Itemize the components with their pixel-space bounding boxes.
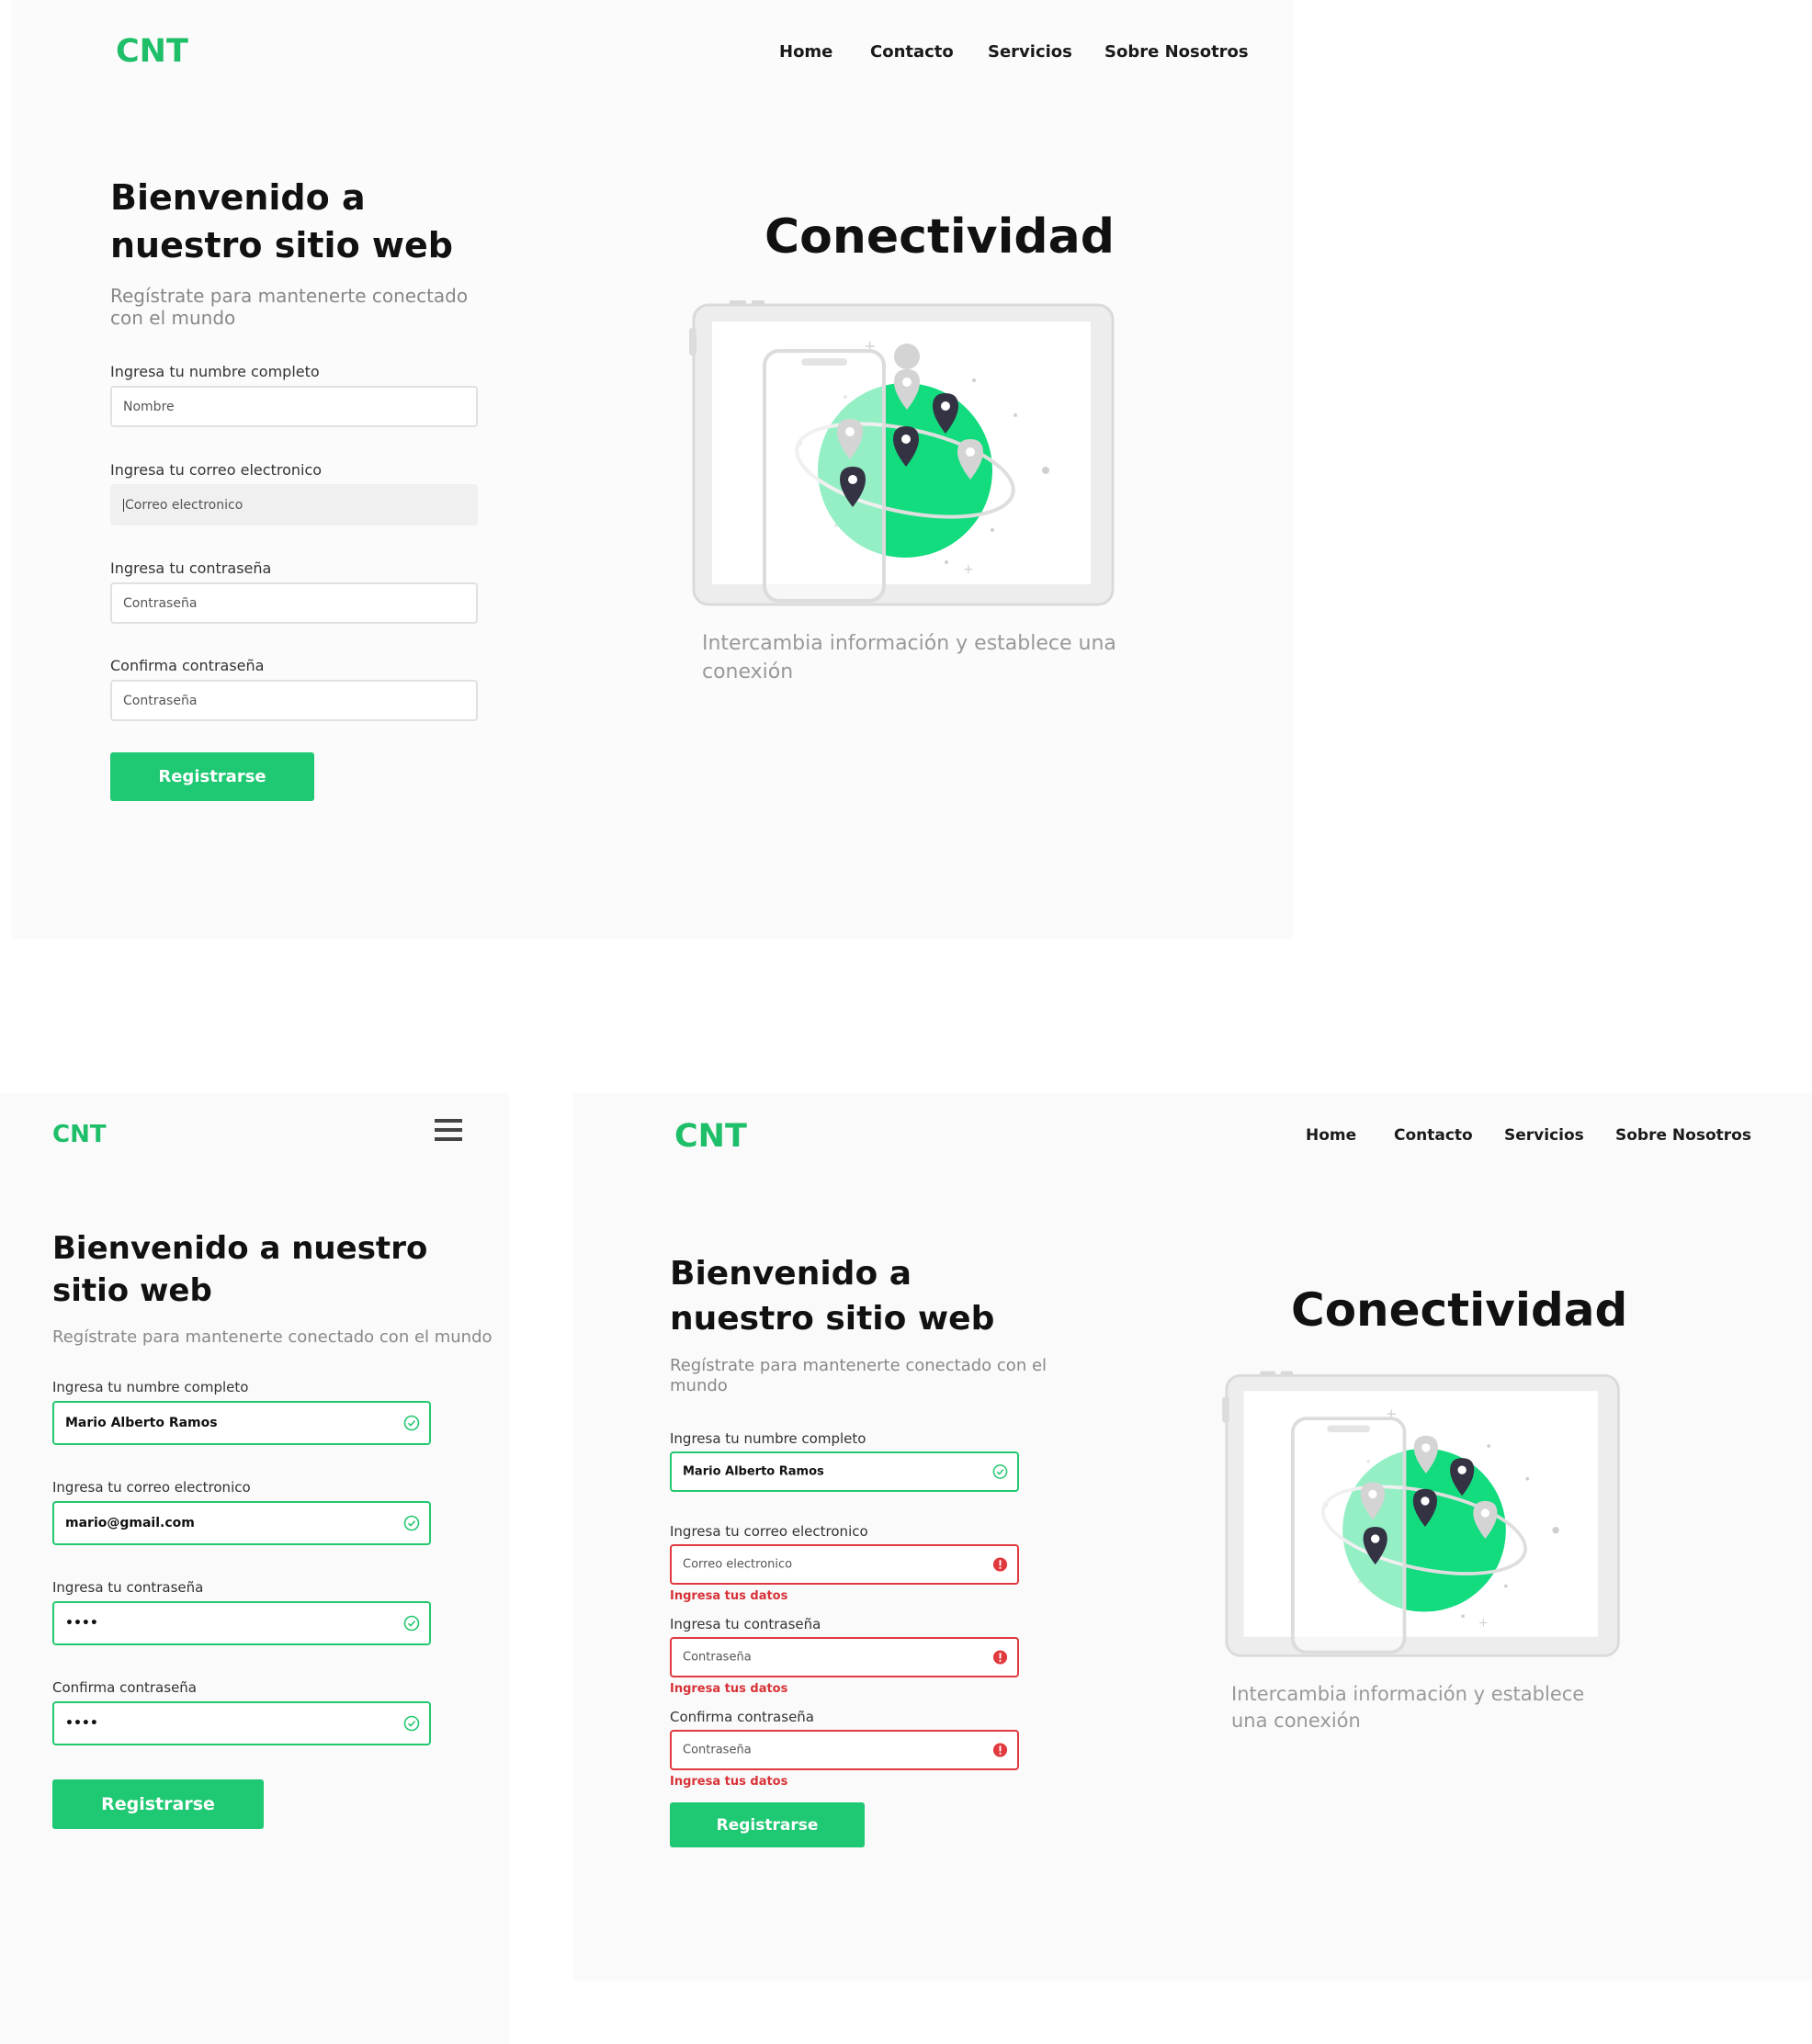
- nav-home[interactable]: Home: [779, 42, 832, 62]
- confirm-placeholder: Contraseña: [683, 1743, 752, 1757]
- confirm-label: Confirma contraseña: [670, 1709, 814, 1725]
- page-subtitle: Regístrate para mantenerte conectado con…: [110, 285, 469, 329]
- name-input[interactable]: Nombre: [110, 386, 478, 427]
- desktop-empty-frame: CNT Home Contacto Servicios Sobre Nosotr…: [11, 0, 1294, 939]
- check-circle-icon: [403, 1515, 420, 1531]
- page-subtitle: Regístrate para mantenerte conectado con…: [670, 1356, 1048, 1395]
- svg-text:+: +: [963, 562, 974, 577]
- hero-description: Intercambia información y establece una …: [1231, 1683, 1585, 1733]
- mobile-filled-frame: CNT Bienvenido a nuestro sitio web Regís…: [0, 1093, 509, 2044]
- check-circle-icon: [403, 1415, 420, 1431]
- check-circle-icon: [992, 1464, 1008, 1479]
- confirm-input[interactable]: Contraseña: [670, 1730, 1019, 1770]
- check-circle-icon: [403, 1615, 420, 1632]
- logo[interactable]: CNT: [116, 33, 188, 70]
- nav-sobre-nosotros[interactable]: Sobre Nosotros: [1615, 1126, 1751, 1145]
- nav-contacto[interactable]: Contacto: [870, 42, 954, 62]
- name-label: Ingresa tu numbre completo: [52, 1379, 249, 1395]
- check-circle-icon: [403, 1715, 420, 1732]
- page-title: Bienvenido a nuestro sitio web: [110, 177, 453, 265]
- password-placeholder: Contraseña: [683, 1650, 752, 1665]
- name-label: Ingresa tu numbre completo: [670, 1430, 866, 1447]
- password-placeholder: Contraseña: [123, 595, 198, 611]
- password-label: Ingresa tu contraseña: [670, 1616, 821, 1632]
- password-input[interactable]: Contraseña: [670, 1637, 1019, 1677]
- page-title: Bienvenido a nuestro sitio web: [52, 1230, 428, 1310]
- menu-icon[interactable]: [434, 1117, 463, 1143]
- logo[interactable]: CNT: [674, 1118, 747, 1155]
- password-input[interactable]: Contraseña: [110, 582, 478, 624]
- error-circle-icon: [992, 1650, 1008, 1665]
- email-error: Ingresa tus datos: [670, 1589, 788, 1603]
- nav-servicios[interactable]: Servicios: [988, 42, 1072, 62]
- svg-text:+: +: [1478, 1616, 1489, 1630]
- nav-sobre-nosotros[interactable]: Sobre Nosotros: [1104, 42, 1249, 62]
- password-error: Ingresa tus datos: [670, 1682, 788, 1696]
- hero-title: Conectividad: [764, 209, 1115, 265]
- confirm-input[interactable]: Contraseña: [110, 680, 478, 721]
- register-button[interactable]: Registrarse: [670, 1802, 865, 1847]
- email-label: Ingresa tu correo electronico: [52, 1479, 251, 1496]
- name-label: Ingresa tu numbre completo: [110, 363, 320, 380]
- email-label: Ingresa tu correo electronico: [110, 461, 323, 479]
- password-label: Ingresa tu contraseña: [110, 559, 272, 577]
- confirm-label: Confirma contraseña: [52, 1679, 197, 1696]
- confirm-label: Confirma contraseña: [110, 657, 265, 674]
- email-input[interactable]: Correo electronico: [670, 1544, 1019, 1585]
- confirm-input[interactable]: ••••: [52, 1701, 431, 1745]
- hero-description: Intercambia información y establece una …: [702, 632, 1116, 683]
- tablet-illustration: + +: [689, 296, 1121, 608]
- page-title: Bienvenido a nuestro sitio web: [670, 1255, 995, 1338]
- page-subtitle: Regístrate para mantenerte conectado con…: [52, 1327, 493, 1347]
- logo[interactable]: CNT: [52, 1121, 107, 1148]
- nav-servicios[interactable]: Servicios: [1504, 1126, 1584, 1145]
- email-placeholder: Correo electronico: [123, 497, 243, 513]
- password-value: ••••: [65, 1616, 98, 1631]
- register-button[interactable]: Registrarse: [110, 752, 314, 801]
- name-value: Mario Alberto Ramos: [683, 1464, 824, 1479]
- email-placeholder: Correo electronico: [683, 1557, 793, 1572]
- nav-home[interactable]: Home: [1306, 1126, 1356, 1145]
- email-value: mario@gmail.com: [65, 1516, 195, 1530]
- password-input[interactable]: ••••: [52, 1601, 431, 1645]
- confirm-value: ••••: [65, 1716, 98, 1731]
- tablet-illustration: + +: [1222, 1367, 1626, 1659]
- password-label: Ingresa tu contraseña: [52, 1579, 204, 1596]
- error-circle-icon: [992, 1743, 1008, 1757]
- error-circle-icon: [992, 1557, 1008, 1572]
- email-input[interactable]: Correo electronico: [110, 484, 478, 525]
- nav-contacto[interactable]: Contacto: [1394, 1126, 1473, 1145]
- name-placeholder: Nombre: [123, 399, 175, 414]
- confirm-error: Ingresa tus datos: [670, 1775, 788, 1789]
- email-label: Ingresa tu correo electronico: [670, 1523, 868, 1540]
- name-input[interactable]: Mario Alberto Ramos: [52, 1401, 431, 1445]
- desktop-error-frame: CNT Home Contacto Servicios Sobre Nosotr…: [573, 1093, 1812, 1981]
- email-input[interactable]: mario@gmail.com: [52, 1501, 431, 1545]
- hero-title: Conectividad: [1291, 1283, 1628, 1337]
- name-input[interactable]: Mario Alberto Ramos: [670, 1451, 1019, 1492]
- register-button[interactable]: Registrarse: [52, 1779, 264, 1829]
- name-value: Mario Alberto Ramos: [65, 1416, 218, 1430]
- confirm-placeholder: Contraseña: [123, 693, 198, 708]
